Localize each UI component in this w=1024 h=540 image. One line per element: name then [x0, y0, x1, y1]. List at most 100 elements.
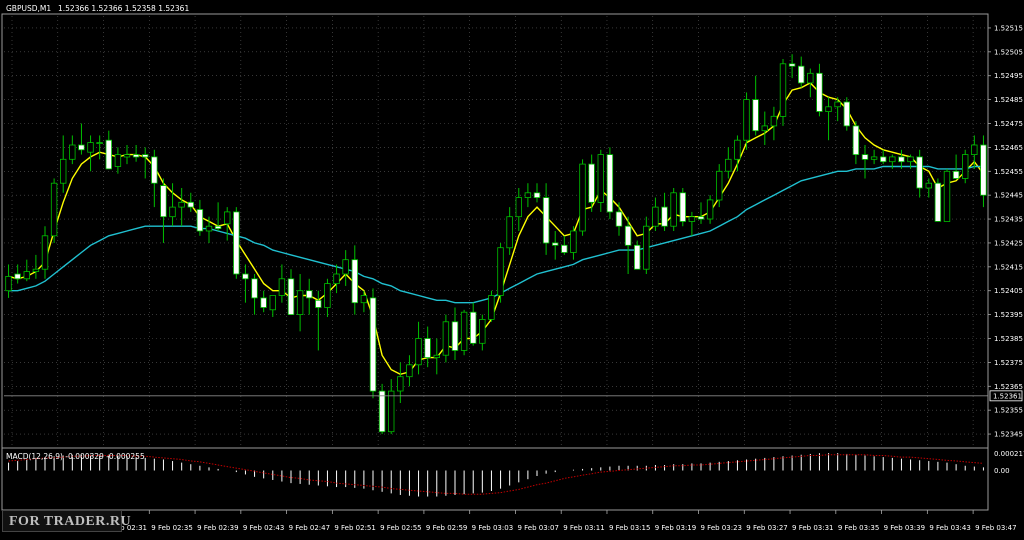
candle-body — [169, 206, 176, 218]
candle-body — [141, 154, 149, 158]
candle-body — [342, 259, 349, 275]
time-tick-label: 9 Feb 03:07 — [517, 524, 558, 532]
candle-body — [752, 99, 759, 132]
candle — [369, 288, 377, 399]
candle-body — [497, 247, 504, 296]
chart-header-ohlc: 1.52366 1.52366 1.52358 1.52361 — [58, 4, 189, 13]
candle-body — [351, 259, 358, 304]
candle — [934, 178, 942, 222]
candle-body — [943, 170, 951, 222]
candle-body — [187, 201, 194, 208]
candle — [962, 149, 969, 184]
candle-body — [251, 278, 258, 299]
price-tick-label: 1.52445 — [994, 192, 1023, 200]
candle-body — [242, 273, 249, 280]
candle-body — [78, 144, 85, 151]
time-tick-label: 9 Feb 02:39 — [197, 524, 238, 532]
candle — [378, 383, 386, 435]
candle — [606, 147, 614, 220]
candle-body — [424, 338, 431, 359]
candle-body — [269, 295, 276, 311]
time-tick-label: 9 Feb 03:19 — [655, 524, 696, 532]
chart-canvas[interactable]: 1.52515 1.52505 1.52495 1.52485 1.52475 1.524… — [0, 0, 1024, 536]
candle-body — [41, 235, 49, 270]
candle-body — [679, 192, 686, 222]
chart-window[interactable]: 1.52515 1.52505 1.52495 1.52485 1.52475 1.524… — [0, 0, 1024, 536]
candle-body — [479, 318, 486, 344]
candle-body — [825, 106, 832, 113]
current-price-label: 1.52361 — [993, 392, 1022, 400]
candle-body — [706, 199, 714, 220]
candle-body — [716, 170, 723, 201]
price-tick-label: 1.52365 — [994, 383, 1023, 391]
candle-body — [542, 197, 550, 244]
candle-body — [907, 156, 914, 163]
candle-body — [843, 101, 850, 127]
candle-body — [296, 290, 304, 316]
time-tick-label: 9 Feb 02:35 — [151, 524, 192, 532]
time-tick-label: 9 Feb 03:15 — [609, 524, 650, 532]
candle-body — [5, 275, 12, 292]
candle-body — [160, 185, 167, 218]
candle-body — [460, 311, 468, 351]
candle-body — [606, 154, 614, 213]
price-tick-label: 1.52505 — [994, 48, 1023, 56]
candle-body — [588, 163, 595, 203]
candle-body — [743, 99, 750, 141]
candle-body — [451, 321, 459, 351]
candle-body — [925, 182, 932, 189]
time-tick-label: 9 Feb 03:39 — [884, 524, 925, 532]
candle — [497, 242, 504, 303]
candle-body — [378, 390, 386, 433]
candle-body — [597, 154, 604, 203]
candle-body — [132, 154, 140, 158]
candle — [597, 149, 604, 212]
price-tick-label: 1.52465 — [994, 144, 1023, 152]
candle-body — [570, 230, 577, 253]
candle — [670, 188, 677, 231]
price-tick-label: 1.52475 — [994, 120, 1023, 128]
candle — [442, 314, 450, 363]
candle-body — [69, 144, 76, 160]
candle-body — [50, 182, 58, 237]
candle-body — [442, 321, 450, 356]
candle-body — [788, 63, 796, 67]
candle-body — [123, 154, 131, 158]
candle-body — [387, 390, 395, 433]
time-tick-label: 9 Feb 02:51 — [334, 524, 375, 532]
time-tick-label: 9 Feb 03:35 — [838, 524, 879, 532]
candle-body — [916, 156, 923, 189]
candle-body — [533, 192, 541, 199]
candle-body — [807, 72, 814, 84]
candle-body — [798, 65, 805, 84]
candle-body — [870, 156, 878, 160]
candle-body — [880, 156, 887, 163]
candle-body — [333, 273, 340, 285]
candle-body — [105, 139, 112, 170]
candle-body — [761, 125, 768, 132]
candle-body — [779, 63, 787, 117]
candle-body — [360, 295, 368, 304]
candle-body — [670, 192, 677, 227]
price-tick-label: 1.52515 — [994, 24, 1023, 32]
time-tick-label: 9 Feb 03:23 — [701, 524, 742, 532]
candle — [843, 97, 850, 131]
candle-body — [934, 182, 942, 222]
candle-body — [652, 206, 659, 227]
candle — [679, 188, 686, 227]
candle-body — [214, 225, 222, 229]
price-tick-label: 1.52425 — [994, 239, 1023, 247]
price-tick-label: 1.52455 — [994, 168, 1023, 176]
time-tick-label: 9 Feb 03:27 — [746, 524, 787, 532]
candle-body — [14, 273, 21, 280]
candle-body — [488, 295, 495, 320]
candle-body — [725, 158, 732, 172]
candle-body — [223, 211, 231, 225]
candle-body — [770, 115, 778, 127]
candle-body — [205, 225, 213, 232]
macd-tick-label: 0.000217 — [994, 450, 1024, 458]
candle-body — [415, 338, 422, 366]
candle-body — [324, 283, 331, 308]
candle-body — [233, 211, 240, 275]
candle-body — [971, 144, 978, 156]
